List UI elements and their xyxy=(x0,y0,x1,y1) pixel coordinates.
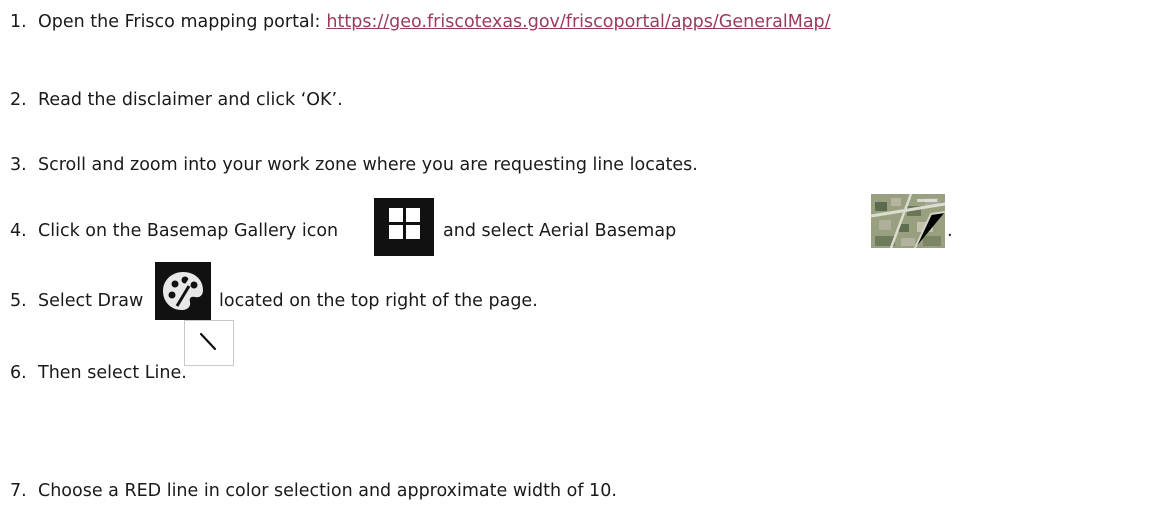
step-text: Open the Frisco mapping portal: xyxy=(38,12,321,32)
palette-icon xyxy=(155,262,211,320)
step-5: 5. Select Draw xyxy=(10,290,143,312)
step-number: 6. xyxy=(10,363,27,383)
step-text: located on the top right of the page. xyxy=(219,291,538,311)
step-3: 3. Scroll and zoom into your work zone w… xyxy=(10,154,698,176)
aerial-map-thumbnail xyxy=(871,194,945,248)
step-4-period: . xyxy=(947,220,953,242)
step-number: 3. xyxy=(10,155,27,175)
step-6: 6. Then select Line. xyxy=(10,362,187,384)
step-text: Select Draw xyxy=(38,291,144,311)
step-2: 2. Read the disclaimer and click ‘OK’. xyxy=(10,89,343,111)
step-text: Choose a RED line in color selection and… xyxy=(38,481,617,501)
grid-icon xyxy=(374,198,434,256)
step-text: Click on the Basemap Gallery icon xyxy=(38,221,339,241)
step-5-continued: located on the top right of the page. xyxy=(219,290,538,312)
step-text: Read the disclaimer and click ‘OK’. xyxy=(38,90,343,110)
line-tool-icon xyxy=(184,320,234,366)
step-number: 5. xyxy=(10,291,27,311)
step-4: 4. Click on the Basemap Gallery icon xyxy=(10,220,338,242)
step-text: Then select Line. xyxy=(38,363,187,383)
step-number: 7. xyxy=(10,481,27,501)
step-text: . xyxy=(947,221,953,241)
step-text: Scroll and zoom into your work zone wher… xyxy=(38,155,698,175)
step-number: 2. xyxy=(10,90,27,110)
step-number: 4. xyxy=(10,221,27,241)
step-7: 7. Choose a RED line in color selection … xyxy=(10,480,617,502)
step-4-continued: and select Aerial Basemap xyxy=(443,220,676,242)
step-1: 1. Open the Frisco mapping portal: https… xyxy=(10,11,831,33)
portal-link[interactable]: https://geo.friscotexas.gov/friscoportal… xyxy=(326,11,830,33)
step-text: and select Aerial Basemap xyxy=(443,221,677,241)
step-number: 1. xyxy=(10,12,27,32)
